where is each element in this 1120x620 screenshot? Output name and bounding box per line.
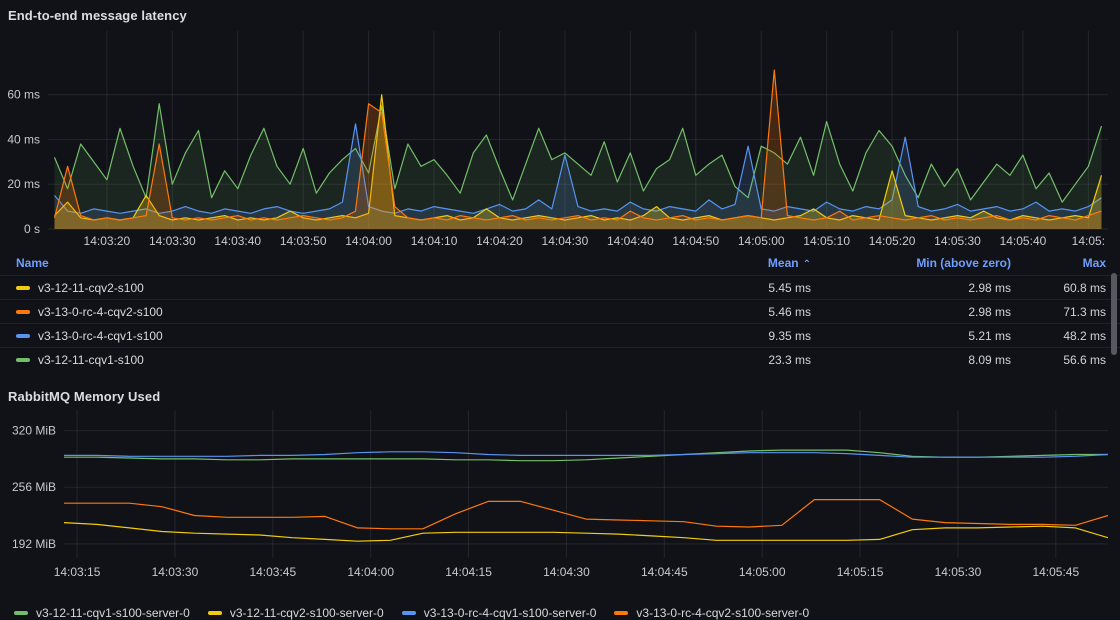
x-axis-tick-label: 14:04:45 — [641, 565, 688, 579]
y-axis-tick-label: 20 ms — [7, 177, 40, 191]
x-axis-tick-label: 14:05:45 — [1032, 565, 1079, 579]
x-axis-tick-label: 14:03:20 — [84, 234, 131, 248]
table-row: v3-12-11-cqv2-s100 5.45 ms 2.98 ms 60.8 … — [0, 275, 1120, 299]
mean-value: 9.35 ms — [701, 329, 811, 343]
min-value: 2.98 ms — [811, 281, 1011, 295]
series-line — [64, 452, 1108, 457]
latency-legend-table: Name Mean ⌃ Min (above zero) Max v3-12-11… — [0, 251, 1120, 371]
memory-legend: v3-12-11-cqv1-s100-server-0 v3-12-11-cqv… — [0, 602, 1120, 620]
x-axis-tick-label: 14:04:40 — [607, 234, 654, 248]
series-line — [64, 523, 1108, 542]
mean-value: 23.3 ms — [701, 353, 811, 367]
column-header-max[interactable]: Max — [1011, 256, 1106, 270]
series-color-swatch — [16, 334, 30, 338]
series-name: v3-12-11-cqv2-s100-server-0 — [230, 606, 384, 620]
table-row: v3-13-0-rc-4-cqv2-s100 5.46 ms 2.98 ms 7… — [0, 299, 1120, 323]
series-name: v3-13-0-rc-4-cqv2-s100-server-0 — [636, 606, 809, 620]
table-row: v3-12-11-cqv1-s100 23.3 ms 8.09 ms 56.6 … — [0, 347, 1120, 371]
max-value: 71.3 ms — [1011, 305, 1106, 319]
panel-title-latency[interactable]: End-to-end message latency — [0, 0, 195, 29]
min-value: 2.98 ms — [811, 305, 1011, 319]
series-toggle-rc4-cqv1-server[interactable]: v3-13-0-rc-4-cqv1-s100-server-0 — [402, 606, 597, 620]
legend-scrollbar[interactable] — [1111, 273, 1117, 355]
x-axis-tick-label: 14:03:50 — [280, 234, 327, 248]
series-color-swatch — [16, 358, 30, 362]
series-color-swatch — [208, 611, 222, 615]
panel-memory: RabbitMQ Memory Used 192 MiB 256 MiB 320 M… — [0, 381, 1120, 620]
x-axis-tick-label: 14:05: — [1072, 234, 1105, 248]
x-axis-tick-label: 14:03:45 — [249, 565, 296, 579]
x-axis-tick-label: 14:05:15 — [837, 565, 884, 579]
column-header-min[interactable]: Min (above zero) — [811, 256, 1011, 270]
x-axis-tick-label: 14:05:30 — [935, 565, 982, 579]
x-axis-tick-label: 14:04:10 — [411, 234, 458, 248]
series-name: v3-12-11-cqv1-s100 — [38, 353, 144, 367]
x-axis-tick-label: 14:05:30 — [934, 234, 981, 248]
panel-latency: End-to-end message latency 0 s 20 ms 40 ms… — [0, 0, 1120, 371]
mean-value: 5.46 ms — [701, 305, 811, 319]
y-axis-tick-label: 60 ms — [7, 88, 40, 102]
column-header-mean-label: Mean — [768, 256, 799, 270]
series-color-swatch — [402, 611, 416, 615]
x-axis-tick-label: 14:05:00 — [739, 565, 786, 579]
y-axis-tick-label: 192 MiB — [12, 537, 56, 551]
max-value: 48.2 ms — [1011, 329, 1106, 343]
y-axis-tick-label: 40 ms — [7, 132, 40, 146]
mean-value: 5.45 ms — [701, 281, 811, 295]
min-value: 8.09 ms — [811, 353, 1011, 367]
x-axis-tick-label: 14:04:00 — [347, 565, 394, 579]
x-axis-tick-label: 14:04:15 — [445, 565, 492, 579]
x-axis-tick-label: 14:04:30 — [543, 565, 590, 579]
column-header-mean[interactable]: Mean ⌃ — [701, 256, 811, 270]
series-color-swatch — [14, 611, 28, 615]
table-row: v3-13-0-rc-4-cqv1-s100 9.35 ms 5.21 ms 4… — [0, 323, 1120, 347]
x-axis-tick-label: 14:04:00 — [345, 234, 392, 248]
memory-chart[interactable]: 192 MiB 256 MiB 320 MiB 14:03:15 14:03:30 14:… — [0, 410, 1120, 602]
latency-chart[interactable]: 0 s 20 ms 40 ms 60 ms 14:03:20 14:03:30 14:03:… — [0, 29, 1120, 251]
y-axis-tick-label: 320 MiB — [12, 424, 56, 438]
x-axis-tick-label: 14:04:30 — [542, 234, 589, 248]
max-value: 60.8 ms — [1011, 281, 1106, 295]
y-axis-tick-label: 0 s — [24, 222, 40, 236]
x-axis-tick-label: 14:05:10 — [803, 234, 850, 248]
series-toggle-cqv1-server[interactable]: v3-12-11-cqv1-s100-server-0 — [14, 606, 190, 620]
series-name: v3-12-11-cqv2-s100 — [38, 281, 144, 295]
x-axis-tick-label: 14:04:50 — [672, 234, 719, 248]
series-toggle-cqv2-s100[interactable]: v3-12-11-cqv2-s100 — [16, 281, 701, 295]
series-toggle-rc4-cqv1-s100[interactable]: v3-13-0-rc-4-cqv1-s100 — [16, 329, 701, 343]
legend-table-header-row: Name Mean ⌃ Min (above zero) Max — [0, 251, 1120, 275]
x-axis-tick-label: 14:05:20 — [869, 234, 916, 248]
series-color-swatch — [16, 286, 30, 290]
x-axis-tick-label: 14:05:00 — [738, 234, 785, 248]
x-axis-tick-label: 14:03:40 — [214, 234, 261, 248]
series-name: v3-13-0-rc-4-cqv1-s100 — [38, 329, 163, 343]
series-toggle-cqv1-s100[interactable]: v3-12-11-cqv1-s100 — [16, 353, 701, 367]
series-toggle-rc4-cqv2-server[interactable]: v3-13-0-rc-4-cqv2-s100-server-0 — [614, 606, 809, 620]
series-color-swatch — [614, 611, 628, 615]
series-color-swatch — [16, 310, 30, 314]
x-axis-tick-label: 14:05:40 — [1000, 234, 1047, 248]
x-axis-tick-label: 14:03:15 — [54, 565, 101, 579]
series-name: v3-12-11-cqv1-s100-server-0 — [36, 606, 190, 620]
series-name: v3-13-0-rc-4-cqv2-s100 — [38, 305, 163, 319]
x-axis-tick-label: 14:04:20 — [476, 234, 523, 248]
y-axis-tick-label: 256 MiB — [12, 480, 56, 494]
x-axis-tick-label: 14:03:30 — [152, 565, 199, 579]
series-line — [64, 500, 1108, 529]
sort-ascending-icon: ⌃ — [803, 259, 811, 270]
series-toggle-rc4-cqv2-s100[interactable]: v3-13-0-rc-4-cqv2-s100 — [16, 305, 701, 319]
min-value: 5.21 ms — [811, 329, 1011, 343]
x-axis-tick-label: 14:03:30 — [149, 234, 196, 248]
max-value: 56.6 ms — [1011, 353, 1106, 367]
series-toggle-cqv2-server[interactable]: v3-12-11-cqv2-s100-server-0 — [208, 606, 384, 620]
panel-title-memory[interactable]: RabbitMQ Memory Used — [0, 381, 168, 410]
series-name: v3-13-0-rc-4-cqv1-s100-server-0 — [424, 606, 597, 620]
column-header-name[interactable]: Name — [16, 256, 701, 270]
